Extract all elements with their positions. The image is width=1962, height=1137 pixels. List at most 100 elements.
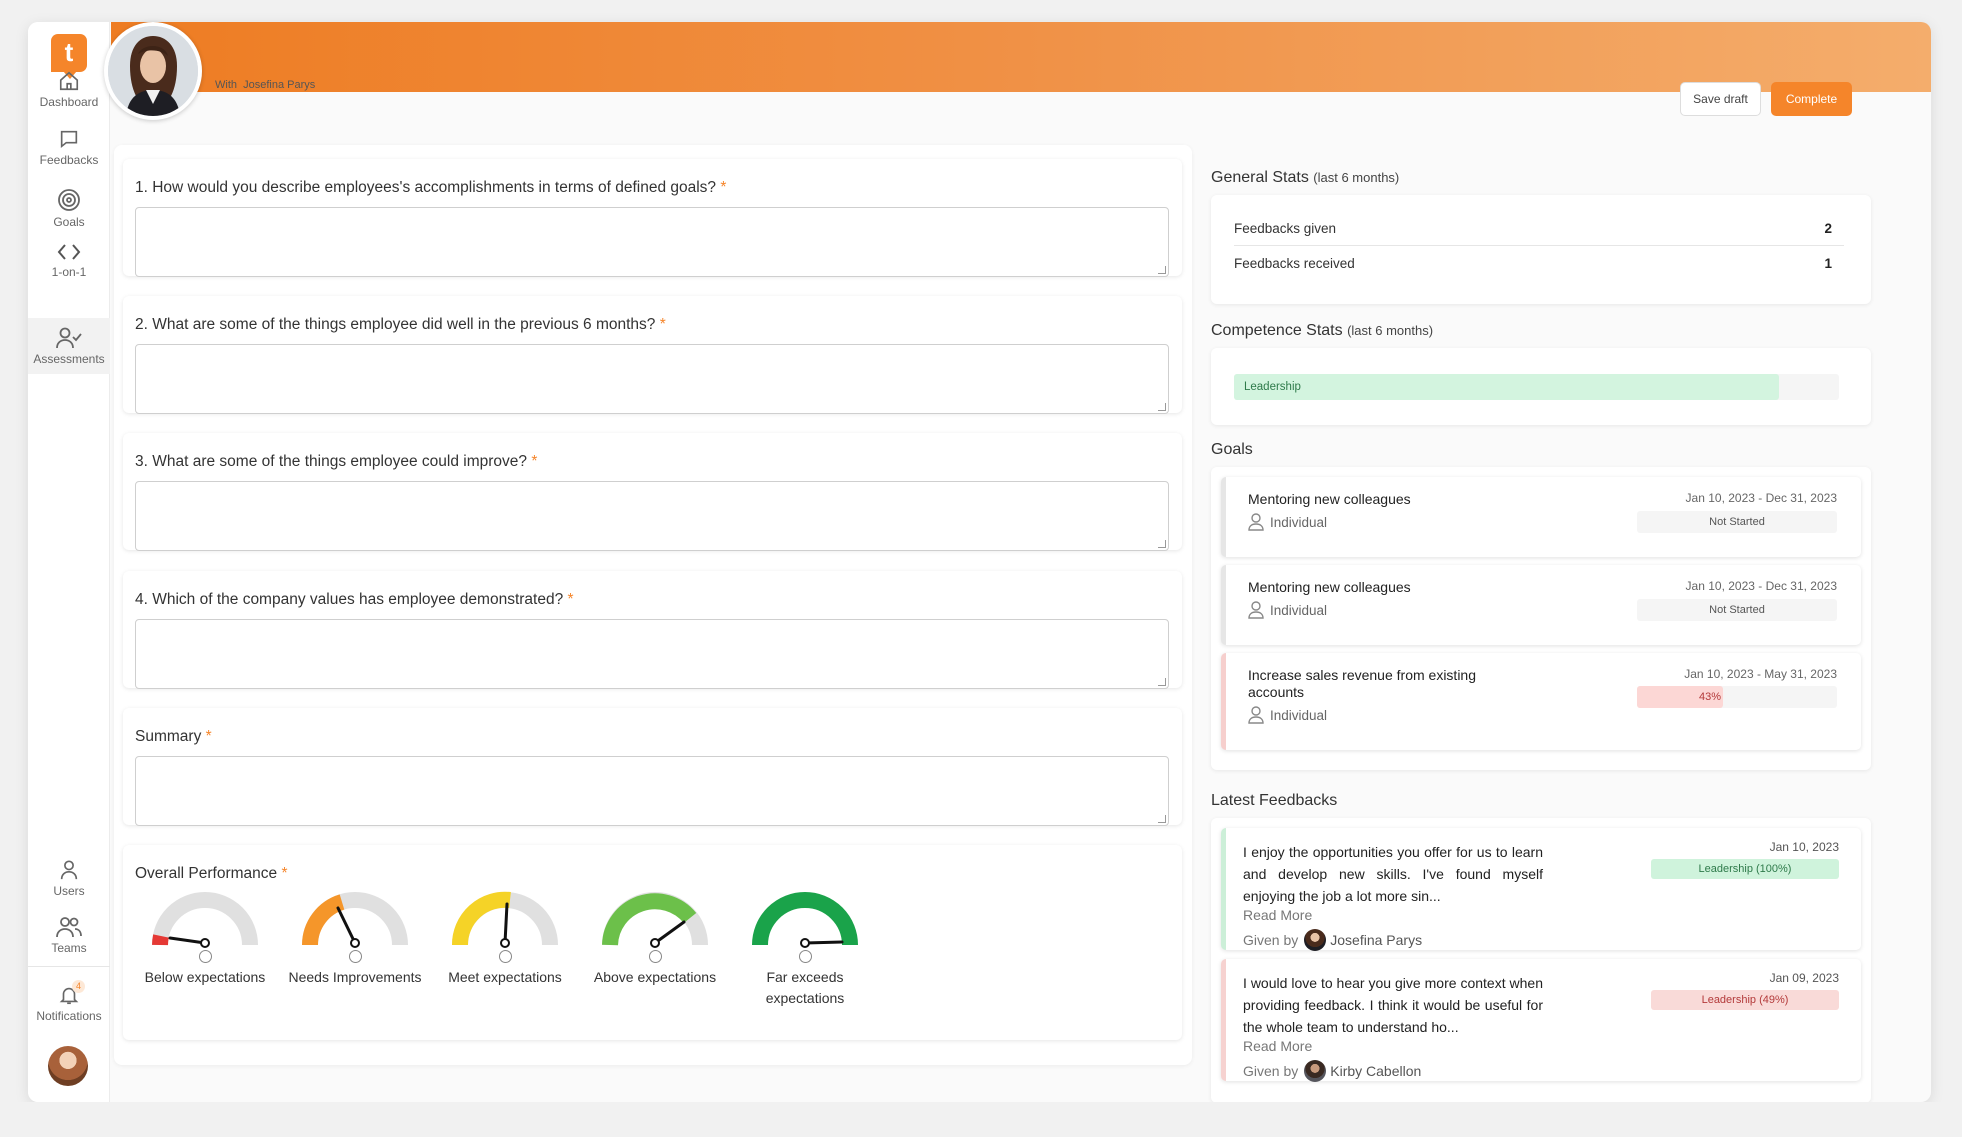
author-name: Kirby Cabellon <box>1330 1063 1422 1079</box>
rating-label: Far exceeds expectations <box>765 969 845 1006</box>
given-by: Given by Kirby Cabellon <box>1243 1060 1421 1082</box>
stat-label: Feedbacks received <box>1234 256 1355 271</box>
rating-needs-improvements[interactable]: Needs Improvements <box>280 890 430 988</box>
general-stats-box: Feedbacks given 2 Feedbacks received 1 <box>1211 195 1871 304</box>
stat-value: 1 <box>1824 256 1832 271</box>
sidebar-item-label: Goals <box>53 215 85 229</box>
answer-textarea[interactable] <box>135 207 1169 277</box>
given-by: Given by Josefina Parys <box>1243 929 1422 951</box>
question-label: Overall Performance * <box>135 865 288 882</box>
question-card: 4. Which of the company values has emplo… <box>123 571 1182 689</box>
sidebar-divider <box>28 966 110 967</box>
with-label: With Josefina Parys <box>215 79 316 91</box>
chat-icon <box>60 130 78 149</box>
notification-badge: 4 <box>72 980 85 993</box>
rating-radio[interactable] <box>648 950 662 963</box>
goal-type: Individual <box>1248 706 1327 724</box>
complete-button[interactable]: Complete <box>1771 82 1852 116</box>
gauge-icon <box>602 892 708 948</box>
sidebar: t Dashboard Feedbacks Goals 1-on-1 Asses… <box>28 22 110 1102</box>
goal-dates: Jan 10, 2023 - May 31, 2023 <box>1684 667 1837 681</box>
goal-type: Individual <box>1248 601 1327 619</box>
question-label: 3. What are some of the things employee … <box>135 453 538 470</box>
goals-box: Mentoring new colleagues Individual Jan … <box>1211 467 1871 770</box>
competence-stats-box: Leadership <box>1211 348 1871 425</box>
stat-label: Feedbacks given <box>1234 221 1337 236</box>
general-stats-title: General Stats (last 6 months) <box>1211 169 1400 186</box>
rating-far-exceeds-expectations[interactable]: Far exceeds expectations <box>730 890 880 1009</box>
sidebar-item-feedbacks[interactable]: Feedbacks <box>28 128 110 170</box>
sidebar-item-label: Teams <box>51 941 87 955</box>
rating-label: Below expectations <box>144 969 266 985</box>
current-user-avatar[interactable] <box>48 1046 88 1086</box>
goal-dates: Jan 10, 2023 - Dec 31, 2023 <box>1685 579 1837 593</box>
sidebar-item-one-on-one[interactable]: 1-on-1 <box>28 242 110 284</box>
sidebar-item-label: Notifications <box>36 1009 102 1023</box>
user-check-icon <box>56 327 82 349</box>
sidebar-item-label: Dashboard <box>39 95 99 109</box>
answer-textarea[interactable] <box>135 619 1169 689</box>
sidebar-item-label: Feedbacks <box>39 153 99 167</box>
user-icon <box>1248 706 1264 724</box>
user-icon <box>1248 513 1264 531</box>
read-more-link[interactable]: Read More <box>1243 1038 1312 1054</box>
rating-above-expectations[interactable]: Above expectations <box>580 890 730 988</box>
goal-name: Increase sales revenue from existing acc… <box>1248 667 1476 700</box>
author-avatar <box>1304 929 1327 951</box>
sidebar-item-users[interactable]: Users <box>28 859 110 901</box>
rating-label: Needs Improvements <box>288 969 422 985</box>
sidebar-item-teams[interactable]: Teams <box>28 916 110 958</box>
goal-item[interactable]: Mentoring new colleagues Individual Jan … <box>1221 477 1861 557</box>
sidebar-item-label: Users <box>53 884 85 898</box>
goal-dates: Jan 10, 2023 - Dec 31, 2023 <box>1685 491 1837 505</box>
assessee-name: Josefina Parys <box>243 79 316 91</box>
save-draft-button[interactable]: Save draft <box>1680 82 1761 116</box>
page-bottom-margin <box>0 1102 1962 1137</box>
feedback-text: I would love to hear you give more conte… <box>1243 975 1543 1035</box>
goal-item[interactable]: Increase sales revenue from existing acc… <box>1221 653 1861 750</box>
code-icon <box>57 244 81 260</box>
sidebar-item-assessments[interactable]: Assessments <box>28 318 110 374</box>
answer-textarea[interactable] <box>135 481 1169 551</box>
feedback-text: I enjoy the opportunities you offer for … <box>1243 844 1543 904</box>
answer-textarea[interactable] <box>135 344 1169 414</box>
goal-progress-bar: 43% <box>1637 686 1837 708</box>
user-icon <box>60 860 78 880</box>
feedbacks-box: I enjoy the opportunities you offer for … <box>1211 818 1871 1103</box>
user-icon <box>1248 601 1264 619</box>
sidebar-item-goals[interactable]: Goals <box>28 188 110 230</box>
competence-bar: Leadership <box>1234 374 1839 400</box>
gauge-icon <box>451 891 558 948</box>
goal-type: Individual <box>1248 513 1327 531</box>
sidebar-item-label: Assessments <box>33 352 105 366</box>
author-name: Josefina Parys <box>1330 932 1423 948</box>
stat-row: Feedbacks received 1 <box>1234 247 1844 281</box>
rating-radio[interactable] <box>198 950 212 963</box>
question-label: 2. What are some of the things employee … <box>135 316 666 333</box>
feedback-tag: Leadership (100%) <box>1651 859 1839 879</box>
assessee-avatar <box>104 22 202 120</box>
question-card: 3. What are some of the things employee … <box>123 433 1182 551</box>
goal-status: Not Started <box>1637 511 1837 533</box>
rating-below-expectations[interactable]: Below expectations <box>130 890 280 988</box>
question-label: 1. How would you describe employees's ac… <box>135 179 727 196</box>
goals-title: Goals <box>1211 441 1253 458</box>
goal-item[interactable]: Mentoring new colleagues Individual Jan … <box>1221 565 1861 645</box>
sidebar-item-notifications[interactable]: 4 Notifications <box>28 980 110 1026</box>
question-label: 4. Which of the company values has emplo… <box>135 591 574 608</box>
rating-label: Above expectations <box>593 969 717 985</box>
competence-stats-title: Competence Stats (last 6 months) <box>1211 322 1434 339</box>
rating-meet-expectations[interactable]: Meet expectations <box>430 890 580 988</box>
header-banner <box>111 22 1931 92</box>
read-more-link[interactable]: Read More <box>1243 907 1312 923</box>
sidebar-item-dashboard[interactable]: Dashboard <box>28 70 110 112</box>
rating-radio[interactable] <box>798 950 812 963</box>
feedback-date: Jan 10, 2023 <box>1769 840 1839 854</box>
rating-radio[interactable] <box>348 950 362 963</box>
gauge-icon <box>752 892 858 948</box>
logo[interactable]: t <box>51 34 87 79</box>
rating-radio[interactable] <box>498 950 512 963</box>
gauge-icon <box>302 892 408 948</box>
users-icon <box>56 917 82 938</box>
summary-textarea[interactable] <box>135 756 1169 826</box>
